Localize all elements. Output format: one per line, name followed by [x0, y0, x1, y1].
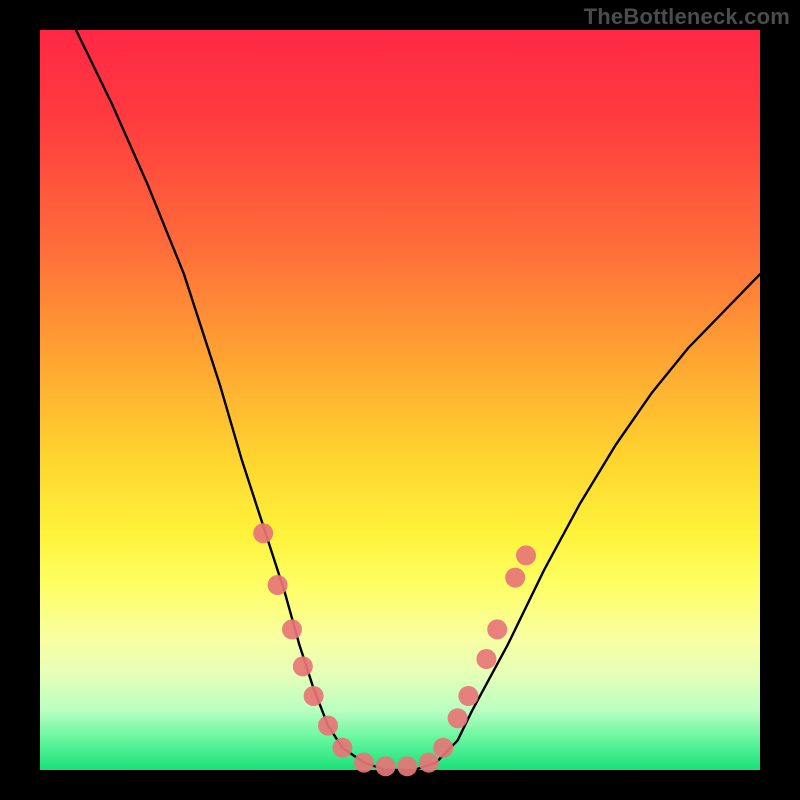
sample-point — [354, 753, 374, 773]
sample-point — [318, 716, 338, 736]
sample-point — [268, 575, 288, 595]
sample-point — [487, 619, 507, 639]
bottleneck-curve — [76, 30, 760, 770]
sample-point — [304, 686, 324, 706]
sample-point — [253, 523, 273, 543]
sample-point — [516, 545, 536, 565]
sample-point — [293, 656, 313, 676]
sample-point — [332, 738, 352, 758]
sample-point — [448, 708, 468, 728]
sample-point — [433, 738, 453, 758]
sample-point-group — [253, 523, 536, 776]
chart-svg — [40, 30, 760, 770]
watermark-text: TheBottleneck.com — [584, 4, 790, 30]
plot-area — [40, 30, 760, 770]
sample-point — [419, 753, 439, 773]
sample-point — [505, 568, 525, 588]
sample-point — [476, 649, 496, 669]
chart-frame: TheBottleneck.com — [0, 0, 800, 800]
sample-point — [282, 619, 302, 639]
sample-point — [458, 686, 478, 706]
sample-point — [397, 756, 417, 776]
sample-point — [376, 756, 396, 776]
